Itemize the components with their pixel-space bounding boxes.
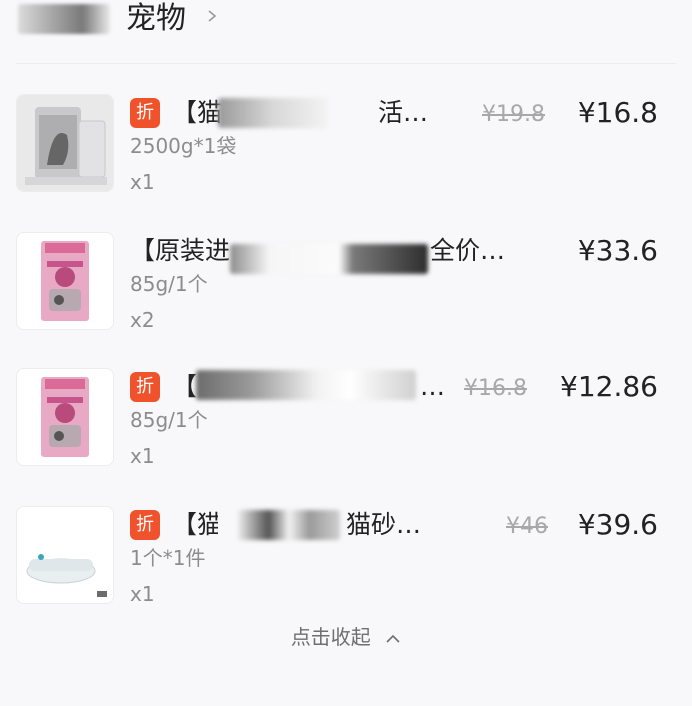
list-item[interactable]: 折 【猫 活… ¥19.8 ¥16.8 2500g*1袋 x1 bbox=[0, 94, 692, 204]
product-name-tail: 猫砂… bbox=[346, 510, 422, 539]
royal-canin-pouch-icon bbox=[17, 369, 113, 465]
redacted-text bbox=[230, 244, 428, 274]
divider bbox=[16, 63, 676, 64]
chevron-right-icon[interactable] bbox=[206, 10, 218, 22]
list-item[interactable]: 折 【猫 猫砂… ¥46 ¥39.6 1个*1件 x1 bbox=[0, 506, 692, 616]
product-image[interactable] bbox=[16, 368, 114, 466]
product-spec: 85g/1个 bbox=[130, 272, 208, 296]
price: ¥16.8 bbox=[577, 96, 658, 129]
product-spec: 85g/1个 bbox=[130, 408, 208, 432]
product-image[interactable] bbox=[16, 506, 114, 604]
discount-badge: 折 bbox=[130, 98, 160, 128]
original-price: ¥16.8 bbox=[464, 376, 527, 401]
redacted-text bbox=[218, 98, 328, 128]
litter-box-icon bbox=[17, 507, 113, 603]
product-name-tail: 活… bbox=[378, 98, 429, 127]
quantity: x1 bbox=[130, 170, 155, 194]
store-name-redacted bbox=[18, 4, 110, 34]
quantity: x1 bbox=[130, 444, 155, 468]
order-items-card: 宠物 折 【猫 活… ¥19.8 ¥16.8 2500g*1袋 x1 【原装进 … bbox=[0, 0, 692, 706]
discount-badge: 折 bbox=[130, 510, 160, 540]
product-spec: 2500g*1袋 bbox=[130, 134, 237, 158]
product-name[interactable]: 【猫 bbox=[172, 506, 218, 544]
original-price: ¥46 bbox=[506, 514, 548, 539]
store-title: 宠物 bbox=[126, 1, 186, 36]
redacted-text bbox=[196, 370, 416, 400]
original-price: ¥19.8 bbox=[482, 102, 545, 127]
product-image[interactable] bbox=[16, 232, 114, 330]
list-item[interactable]: 折 【 … ¥16.8 ¥12.86 85g/1个 x1 bbox=[0, 368, 692, 478]
product-name-tail: 全价… bbox=[430, 236, 506, 265]
collapse-label: 点击收起 bbox=[290, 625, 371, 649]
collapse-button[interactable]: 点击收起 bbox=[0, 622, 692, 652]
discount-badge: 折 bbox=[130, 372, 160, 402]
product-spec: 1个*1件 bbox=[130, 546, 206, 570]
price: ¥33.6 bbox=[577, 234, 658, 267]
price: ¥12.86 bbox=[560, 370, 658, 403]
product-image[interactable] bbox=[16, 94, 114, 192]
list-item[interactable]: 【原装进 全价… ¥33.6 85g/1个 x2 bbox=[0, 232, 692, 342]
royal-canin-pouch-icon bbox=[17, 233, 113, 329]
cat-litter-bag-icon bbox=[17, 95, 113, 191]
price: ¥39.6 bbox=[577, 508, 658, 541]
quantity: x1 bbox=[130, 582, 155, 606]
product-name-tail: … bbox=[420, 372, 445, 401]
quantity: x2 bbox=[130, 308, 155, 332]
chevron-up-icon bbox=[386, 634, 400, 643]
redacted-text bbox=[238, 510, 340, 540]
store-header[interactable]: 宠物 bbox=[18, 0, 678, 44]
